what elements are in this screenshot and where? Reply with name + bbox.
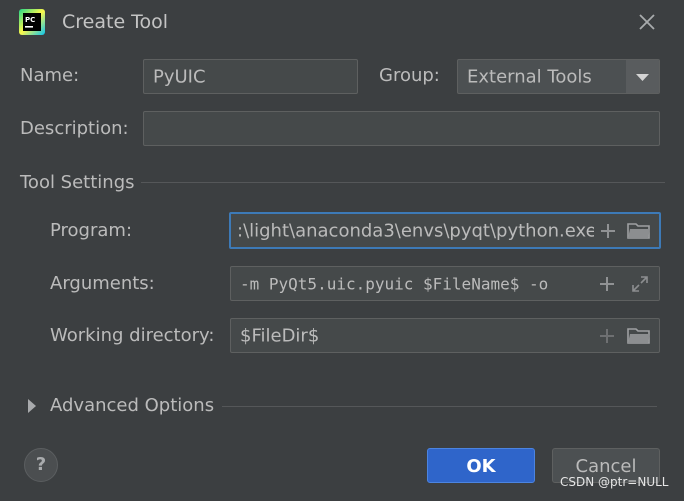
arguments-value: -m PyQt5.uic.pyuic $FileName$ -o	[240, 274, 549, 293]
triangle-right-icon	[28, 399, 36, 413]
arguments-field[interactable]: -m PyQt5.uic.pyuic $FileName$ -o	[230, 266, 660, 301]
program-field[interactable]: :\light\anaconda3\envs\pyqt\python.exe	[229, 212, 661, 249]
cancel-button-label: Cancel	[575, 456, 637, 477]
watermark: CSDN @ptr=NULL	[560, 475, 669, 489]
group-dropdown[interactable]: External Tools	[457, 59, 660, 94]
advanced-options-toggle[interactable]: Advanced Options	[26, 394, 216, 420]
ok-button[interactable]: OK	[427, 448, 535, 483]
close-icon[interactable]	[637, 12, 657, 32]
dropdown-arrow-icon	[636, 74, 649, 81]
tool-settings-separator	[141, 182, 665, 183]
name-value: PyUIC	[153, 66, 206, 87]
working-directory-label: Working directory:	[50, 325, 215, 346]
title-bar: PC Create Tool	[0, 0, 684, 44]
advanced-options-label: Advanced Options	[50, 395, 215, 416]
arguments-label: Arguments:	[50, 273, 155, 294]
description-label: Description:	[20, 118, 129, 139]
program-label: Program:	[50, 220, 133, 241]
working-directory-value: $FileDir$	[240, 325, 320, 346]
plus-icon[interactable]	[599, 328, 615, 344]
name-label: Name:	[20, 65, 80, 86]
expand-icon[interactable]	[631, 275, 649, 293]
plus-icon[interactable]	[599, 276, 615, 292]
description-field[interactable]	[143, 111, 660, 146]
tool-settings-title: Tool Settings	[20, 172, 135, 193]
folder-icon[interactable]	[627, 222, 651, 240]
advanced-options-separator	[222, 406, 657, 407]
dialog-title: Create Tool	[62, 11, 169, 33]
group-value: External Tools	[467, 66, 592, 87]
plus-icon[interactable]	[600, 223, 616, 239]
ok-button-label: OK	[466, 456, 496, 477]
program-value: :\light\anaconda3\envs\pyqt\python.exe	[237, 220, 597, 241]
help-icon: ?	[35, 454, 47, 475]
name-field[interactable]: PyUIC	[143, 59, 358, 94]
pycharm-logo-icon: PC	[19, 9, 45, 35]
dropdown-arrow-button[interactable]	[626, 60, 659, 93]
folder-icon[interactable]	[627, 327, 651, 345]
working-directory-field[interactable]: $FileDir$	[230, 318, 660, 353]
group-label: Group:	[379, 65, 440, 86]
svg-text:PC: PC	[25, 16, 35, 24]
help-button[interactable]: ?	[24, 448, 58, 482]
